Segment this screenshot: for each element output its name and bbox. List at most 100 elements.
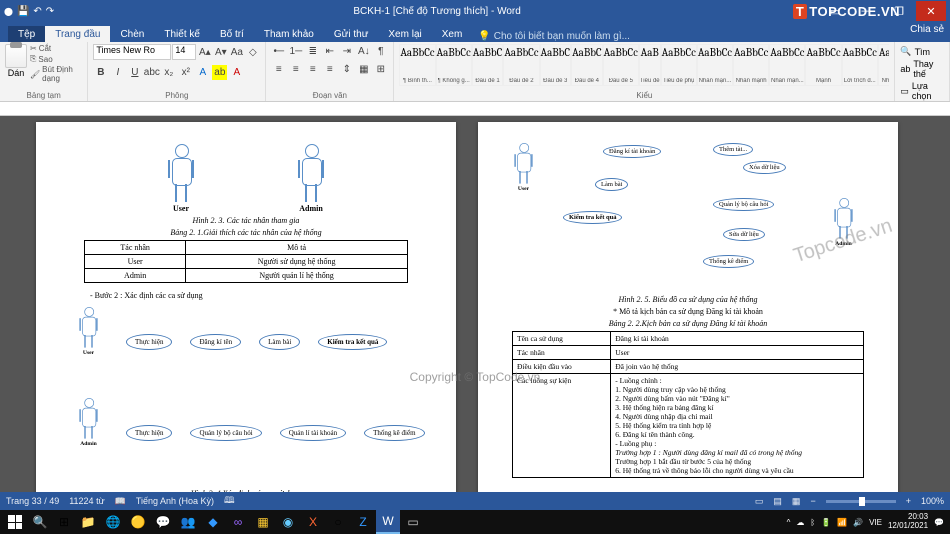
tray-bluetooth-icon[interactable]: ᛒ xyxy=(810,518,815,527)
style-item[interactable]: AaBbCcNhấn mạn... xyxy=(769,44,805,86)
page-indicator[interactable]: Trang 33 / 49 xyxy=(6,496,59,506)
tab-design[interactable]: Thiết kế xyxy=(154,26,210,42)
tray-chevron-icon[interactable]: ^ xyxy=(787,518,791,527)
zoom-in-button[interactable]: + xyxy=(906,496,911,506)
style-item[interactable]: AaBbCc¶ Bình th... xyxy=(399,44,435,86)
font-color-button[interactable]: A xyxy=(229,65,244,80)
app-steam[interactable]: ○ xyxy=(326,510,350,534)
font-name-select[interactable]: Times New Ro xyxy=(93,44,171,60)
line-spacing-button[interactable]: ⇕ xyxy=(339,62,354,77)
accessibility-icon[interactable]: 🕮 xyxy=(224,493,235,509)
change-case-button[interactable]: Aa xyxy=(229,45,244,60)
style-item[interactable]: AaBbCc¶ Không g... xyxy=(436,44,472,86)
tray-onedrive-icon[interactable]: ☁ xyxy=(796,518,804,527)
app-word[interactable]: W xyxy=(376,510,400,534)
autosave-toggle[interactable]: ⬤ xyxy=(4,7,13,16)
bold-button[interactable]: B xyxy=(93,65,108,80)
format-painter-button[interactable]: 🖌 Bút Định dạng xyxy=(30,65,82,83)
tab-mailings[interactable]: Gửi thư xyxy=(324,26,379,42)
app-sql[interactable]: ▦ xyxy=(251,510,275,534)
print-layout-icon[interactable]: ▤ xyxy=(773,496,782,507)
web-layout-icon[interactable]: ▦ xyxy=(792,496,801,507)
app-unknown[interactable]: ▭ xyxy=(401,510,425,534)
align-left-button[interactable]: ≡ xyxy=(271,62,286,77)
app-chrome[interactable]: 🟡 xyxy=(126,510,150,534)
tray-wifi-icon[interactable]: 📶 xyxy=(837,518,847,527)
tray-clock[interactable]: 20:03 12/01/2021 xyxy=(888,513,928,531)
style-item[interactable]: AaBTiêu đề xyxy=(639,44,661,86)
show-marks-button[interactable]: ¶ xyxy=(373,44,388,59)
italic-button[interactable]: I xyxy=(110,65,125,80)
undo-icon[interactable]: ↶ xyxy=(33,6,41,17)
style-item[interactable]: AaBbCcLời trích d... xyxy=(842,44,878,86)
grow-font-button[interactable]: A▴ xyxy=(197,45,212,60)
style-item[interactable]: AaBbCcĐầu đề 2 xyxy=(503,44,539,86)
increase-indent-button[interactable]: ⇥ xyxy=(339,44,354,59)
style-item[interactable]: AaBbCcNhấn mạn... xyxy=(697,44,733,86)
task-view-icon[interactable]: ⊞ xyxy=(52,510,76,534)
app-explorer[interactable]: 📁 xyxy=(76,510,100,534)
style-item[interactable]: AaBbCcTiêu đề phụ xyxy=(661,44,697,86)
copy-button[interactable]: ⎘ Sao xyxy=(30,54,82,64)
zoom-out-button[interactable]: − xyxy=(810,496,815,506)
paste-button[interactable]: Dán xyxy=(5,44,27,78)
save-icon[interactable]: 💾 xyxy=(17,6,29,17)
bullets-button[interactable]: •─ xyxy=(271,44,286,59)
numbering-button[interactable]: 1─ xyxy=(288,44,303,59)
tab-file[interactable]: Tệp xyxy=(8,26,45,42)
read-mode-icon[interactable]: ▭ xyxy=(755,496,764,507)
close-button[interactable]: ✕ xyxy=(916,1,946,21)
tab-view[interactable]: Xem xyxy=(432,26,473,42)
subscript-button[interactable]: x₂ xyxy=(161,65,176,80)
document-area[interactable]: User Admin Hình 2. 3. Các tác nhân tham … xyxy=(0,116,950,528)
clear-format-button[interactable]: ◇ xyxy=(245,45,260,60)
strike-button[interactable]: abc xyxy=(144,65,159,80)
select-button[interactable]: ▭ Lựa chọn xyxy=(900,81,944,101)
sort-button[interactable]: A↓ xyxy=(356,44,371,59)
app-zalo[interactable]: Z xyxy=(351,510,375,534)
search-icon[interactable]: 🔍 xyxy=(28,510,52,534)
cut-button[interactable]: ✂ Cắt xyxy=(30,44,82,53)
app-teams[interactable]: 👥 xyxy=(176,510,200,534)
app-vscode[interactable]: ◆ xyxy=(201,510,225,534)
tab-home[interactable]: Trang đầu xyxy=(45,26,110,42)
language-indicator[interactable]: Tiếng Anh (Hoa Kỳ) xyxy=(136,496,214,506)
replace-button[interactable]: ab Thay thế xyxy=(900,59,944,79)
tab-references[interactable]: Tham khảo xyxy=(254,26,324,42)
superscript-button[interactable]: x² xyxy=(178,65,193,80)
word-count[interactable]: 11224 từ xyxy=(69,496,104,506)
tray-volume-icon[interactable]: 🔊 xyxy=(853,518,863,527)
styles-gallery[interactable]: AaBbCc¶ Bình th...AaBbCc¶ Không g...AaBb… xyxy=(399,44,889,86)
shrink-font-button[interactable]: A▾ xyxy=(213,45,228,60)
style-item[interactable]: AaBbCcNhấy két... xyxy=(878,44,889,86)
justify-button[interactable]: ≡ xyxy=(322,62,337,77)
style-item[interactable]: AaBbCĐầu đề 1 xyxy=(472,44,504,86)
app-visualstudio[interactable]: ∞ xyxy=(226,510,250,534)
style-item[interactable]: AaBbCcĐầu đề 5 xyxy=(603,44,639,86)
ruler[interactable] xyxy=(0,102,950,116)
align-center-button[interactable]: ≡ xyxy=(288,62,303,77)
text-effects-button[interactable]: A xyxy=(195,65,210,80)
underline-button[interactable]: U xyxy=(127,65,142,80)
highlight-button[interactable]: ab xyxy=(212,65,227,80)
start-button[interactable] xyxy=(2,510,28,534)
tray-battery-icon[interactable]: 🔋 xyxy=(821,518,831,527)
borders-button[interactable]: ⊞ xyxy=(373,62,388,77)
decrease-indent-button[interactable]: ⇤ xyxy=(322,44,337,59)
align-right-button[interactable]: ≡ xyxy=(305,62,320,77)
shading-button[interactable]: ▦ xyxy=(356,62,371,77)
style-item[interactable]: AaBbCĐầu đề 3 xyxy=(540,44,572,86)
redo-icon[interactable]: ↷ xyxy=(46,6,54,17)
tray-notifications-icon[interactable]: 💬 xyxy=(934,518,944,527)
tray-lang[interactable]: VIE xyxy=(869,518,882,527)
app-messenger[interactable]: 💬 xyxy=(151,510,175,534)
zoom-level[interactable]: 100% xyxy=(921,496,944,506)
tab-insert[interactable]: Chèn xyxy=(110,26,154,42)
app-xampp[interactable]: X xyxy=(301,510,325,534)
app-edge[interactable]: 🌐 xyxy=(101,510,125,534)
zoom-slider[interactable] xyxy=(826,500,896,503)
share-button[interactable]: Chia sẻ xyxy=(910,24,944,35)
style-item[interactable]: AaBbCcNhấn mạnh xyxy=(733,44,769,86)
style-item[interactable]: AaBbCcMạnh xyxy=(805,44,841,86)
font-size-select[interactable]: 14 xyxy=(172,44,196,60)
